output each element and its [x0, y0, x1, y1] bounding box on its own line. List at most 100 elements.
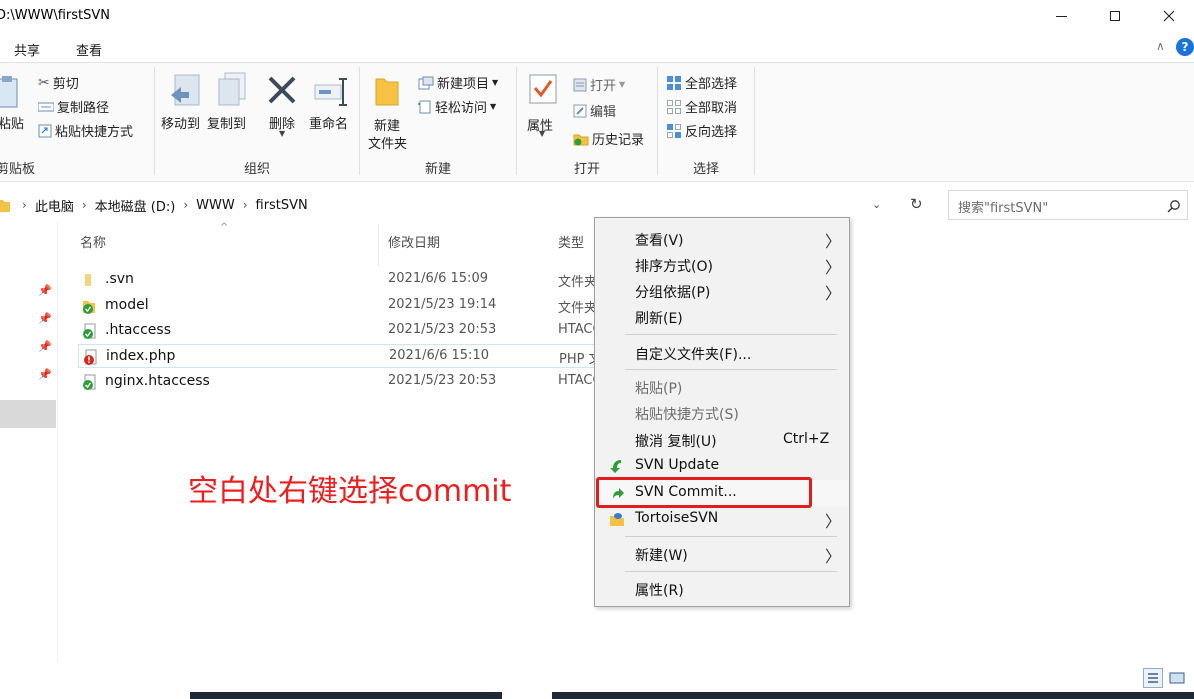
chevron-right-icon: 〉	[825, 512, 842, 531]
menu-separator	[625, 334, 837, 335]
details-view-button[interactable]	[1143, 668, 1163, 688]
menu-item-sort[interactable]: 排序方式(O) 〉	[595, 252, 849, 278]
paste-shortcut-icon	[38, 124, 52, 137]
thumbnails-view-icon	[1169, 672, 1185, 684]
breadcrumb-www[interactable]: WWW	[196, 198, 235, 213]
pin-icon[interactable]: 📌	[38, 340, 52, 353]
select-group-label: 选择	[692, 162, 719, 177]
history-button[interactable]: 历史记录	[573, 129, 644, 148]
search-placeholder: 搜索"firstSVN"	[958, 201, 1049, 216]
svn-ok-file-icon	[83, 374, 96, 390]
open-button[interactable]: 打开 ▼	[573, 75, 625, 94]
menu-separator	[625, 369, 837, 370]
open-icon	[573, 78, 587, 91]
nav-selected-item[interactable]	[0, 400, 56, 428]
menu-item-paste[interactable]: 粘贴(P)	[595, 374, 849, 400]
search-icon[interactable]	[1167, 199, 1181, 213]
background-window-strip	[190, 692, 502, 699]
column-header-name[interactable]: 名称	[80, 232, 106, 251]
select-group: 全部选择 全部取消 反向选择 选择	[658, 63, 754, 181]
breadcrumb-this-pc[interactable]: 此电脑	[35, 196, 74, 215]
breadcrumb-separator-icon: ›	[183, 198, 189, 212]
table-row[interactable]: .svn 2021/6/6 15:09 文件夹	[78, 268, 658, 292]
maximize-icon	[1110, 11, 1120, 21]
new-item-icon	[418, 76, 434, 89]
tortoisesvn-icon	[610, 513, 624, 526]
invert-selection-button[interactable]: 反向选择	[666, 121, 737, 140]
table-row-selected[interactable]: index.php 2021/6/6 15:10 PHP 文件	[78, 344, 658, 368]
chevron-right-icon: 〉	[825, 232, 842, 251]
pin-icon[interactable]: 📌	[38, 312, 52, 325]
breadcrumb-firstsvn[interactable]: firstSVN	[256, 198, 308, 213]
new-folder-button[interactable]: 新建	[374, 115, 400, 134]
table-row[interactable]: .htaccess 2021/5/23 20:53 HTACCESS	[78, 319, 658, 343]
copy-path-icon	[38, 102, 54, 111]
breadcrumb-separator-icon: ›	[242, 198, 248, 212]
refresh-icon[interactable]: ↻	[910, 195, 923, 213]
thumbnails-view-button[interactable]	[1167, 668, 1187, 688]
rename-button[interactable]: 重命名	[309, 113, 348, 132]
menu-item-tortoisesvn[interactable]: TortoiseSVN 〉	[595, 506, 849, 532]
copy-to-button[interactable]: 复制到	[207, 113, 246, 132]
menu-item-view[interactable]: 查看(V) 〉	[595, 226, 849, 252]
help-icon[interactable]: ?	[1176, 38, 1194, 56]
menu-item-undo-copy[interactable]: 撤消 复制(U) Ctrl+Z	[595, 427, 849, 453]
pin-icon[interactable]: 📌	[38, 368, 52, 381]
table-row[interactable]: nginx.htaccess 2021/5/23 20:53 HTACCESS	[78, 370, 658, 394]
paste-shortcut-button[interactable]: 粘贴快捷方式	[38, 121, 133, 140]
select-all-button[interactable]: 全部选择	[666, 73, 737, 92]
menu-item-refresh[interactable]: 刷新(E)	[595, 304, 849, 330]
window-title: D:\WWW\firstSVN	[0, 8, 110, 23]
easy-access-icon	[418, 100, 431, 113]
new-folder-icon	[375, 78, 399, 106]
new-group: 新建 文件夹 新建项目 ▼ 轻松访问 ▼ 新建	[360, 63, 516, 181]
edit-button[interactable]: 编辑	[573, 101, 616, 120]
maximize-button[interactable]	[1092, 0, 1138, 32]
menu-item-group-by[interactable]: 分组依据(P) 〉	[595, 278, 849, 304]
chevron-down-icon: ▼	[490, 102, 497, 111]
pin-icon[interactable]: 📌	[38, 284, 52, 297]
highlight-box	[596, 477, 812, 508]
scissors-icon: ✂	[38, 74, 50, 91]
paste-button[interactable]: 粘贴	[0, 113, 24, 132]
select-none-icon	[667, 99, 681, 114]
title-bar: D:\WWW\firstSVN	[0, 0, 1194, 32]
open-group: 属性 ▼ 打开 ▼ 编辑 历史记录 打开	[517, 63, 657, 181]
easy-access-button[interactable]: 轻松访问 ▼	[418, 97, 496, 116]
svn-modified-file-icon	[84, 349, 97, 365]
move-to-button[interactable]: 移动到	[161, 113, 200, 132]
close-button[interactable]	[1146, 0, 1192, 32]
select-none-button[interactable]: 全部取消	[666, 97, 737, 116]
history-icon	[573, 134, 589, 145]
column-header-date[interactable]: 修改日期	[388, 232, 440, 251]
select-all-icon	[667, 75, 681, 90]
context-menu: 查看(V) 〉 排序方式(O) 〉 分组依据(P) 〉 刷新(E) 自定义文件夹…	[594, 217, 850, 607]
column-header-type[interactable]: 类型	[558, 232, 584, 251]
ribbon: 粘贴 ✂ 剪切 复制路径 粘贴快捷方式 剪贴板 移动到 复制到 删除 ▼ 重命名…	[0, 62, 1194, 182]
chevron-down-icon: ▼	[619, 80, 626, 89]
breadcrumb-local-disk[interactable]: 本地磁盘 (D:)	[95, 196, 176, 215]
menu-item-paste-shortcut[interactable]: 粘贴快捷方式(S)	[595, 400, 849, 426]
svn-ok-folder-icon	[83, 301, 95, 314]
cut-button[interactable]: ✂ 剪切	[38, 73, 79, 93]
minimize-button[interactable]	[1038, 0, 1084, 32]
address-history-dropdown-icon[interactable]: ⌄	[872, 198, 881, 211]
menu-item-properties[interactable]: 属性(R)	[595, 576, 849, 602]
menu-item-customize-folder[interactable]: 自定义文件夹(F)...	[595, 340, 849, 366]
clipboard-group: 粘贴 ✂ 剪切 复制路径 粘贴快捷方式 剪贴板	[0, 63, 154, 181]
tab-share[interactable]: 共享	[14, 40, 40, 59]
table-row[interactable]: model 2021/5/23 19:14 文件夹	[78, 294, 658, 318]
menu-item-svn-update[interactable]: SVN Update	[595, 453, 849, 479]
collapse-ribbon-icon[interactable]: ∧	[1156, 39, 1165, 53]
invert-selection-icon	[667, 123, 681, 138]
column-divider	[378, 224, 379, 266]
properties-dropdown-icon[interactable]: ▼	[539, 129, 545, 138]
tab-view[interactable]: 查看	[76, 40, 102, 59]
search-box[interactable]: 搜索"firstSVN"	[948, 190, 1188, 220]
menu-item-new[interactable]: 新建(W) 〉	[595, 541, 849, 567]
copy-path-button[interactable]: 复制路径	[38, 97, 109, 116]
new-item-button[interactable]: 新建项目 ▼	[418, 73, 498, 92]
address-bar[interactable]: › 此电脑 › 本地磁盘 (D:) › WWW › firstSVN ⌄ ↻	[0, 190, 938, 220]
delete-dropdown-icon[interactable]: ▼	[279, 129, 285, 138]
close-icon	[1163, 10, 1175, 22]
